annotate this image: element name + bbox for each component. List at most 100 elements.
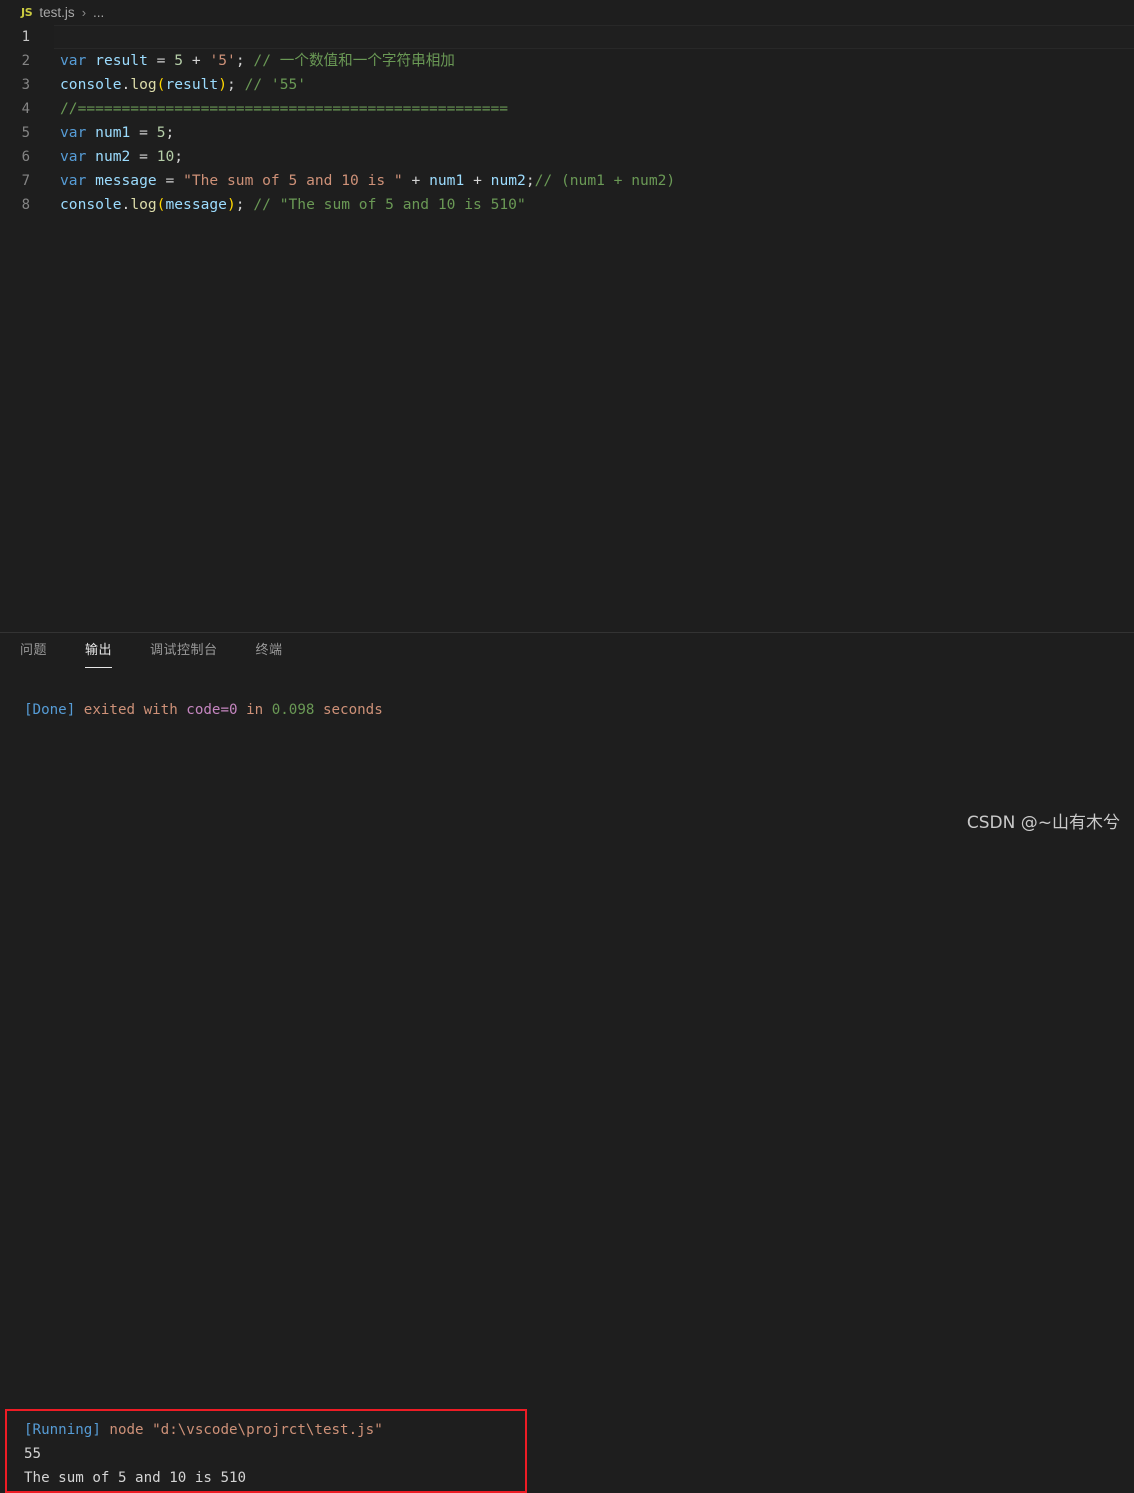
line-number: 2 (21, 53, 30, 69)
js-file-icon: JS (21, 6, 33, 19)
code-token: // '55' (244, 76, 307, 93)
panel-tab-bar: 问题 输出 调试控制台 终端 (0, 633, 1134, 668)
panel-tab[interactable]: 终端 (256, 633, 283, 668)
code-token: result (165, 76, 219, 93)
code-token: ) (218, 76, 227, 93)
line-number: 8 (21, 197, 30, 213)
code-line-content: var result = 5 + '5'; // 一个数值和一个字符串相加 (54, 49, 1134, 73)
panel-tab[interactable]: 问题 (20, 633, 47, 668)
code-token: ; (525, 172, 535, 189)
output-segment: in (237, 702, 272, 718)
code-line[interactable]: 1 (0, 25, 1134, 49)
code-line[interactable]: 3 console.log(result); // '55' (0, 73, 1134, 97)
chevron-right-icon: › (81, 5, 87, 20)
line-number: 1 (21, 29, 30, 45)
output-segment: The sum of 5 and 10 is 510 (24, 1470, 247, 1486)
code-line[interactable]: 6 var num2 = 10; (0, 145, 1134, 169)
code-token: "The sum of 5 and 10 is " (183, 172, 403, 189)
panel-tab[interactable]: 调试控制台 (150, 633, 218, 668)
code-token: //======================================… (60, 100, 509, 117)
output-line: [Done] exited with code=0 in 0.098 secon… (0, 698, 1134, 722)
code-line-content: console.log(message); // "The sum of 5 a… (54, 193, 1134, 217)
code-token: '5' (209, 52, 236, 69)
output-segment: [Running] (24, 1422, 101, 1438)
code-token: = (165, 172, 175, 189)
output-lines-before-box: [Done] exited with code=0 in 0.098 secon… (0, 698, 1134, 722)
code-line-content: var num1 = 5; (54, 121, 1134, 145)
code-token: // "The sum of 5 and 10 is 510" (253, 196, 526, 213)
output-segment: exited with (75, 702, 187, 718)
code-token: num1 (429, 172, 465, 189)
code-token: var (60, 148, 87, 165)
code-token: 5 (156, 124, 166, 141)
code-token: num2 (95, 148, 131, 165)
code-token: result (95, 52, 148, 69)
code-token: = (139, 124, 148, 141)
breadcrumb-ellipsis[interactable]: ... (93, 5, 104, 20)
code-line[interactable]: 7 var message = "The sum of 5 and 10 is "… (0, 169, 1134, 193)
output-line: The sum of 5 and 10 is 510 (0, 1466, 527, 1490)
output-line: 55 (0, 1442, 527, 1466)
code-line-content: console.log(result); // '55' (54, 73, 1134, 97)
code-token: log (130, 196, 157, 213)
breadcrumb-file-name[interactable]: test.js (39, 5, 74, 20)
bottom-panel: 问题 输出 调试控制台 终端 [Done] exited with code=0 in… (0, 632, 1134, 1493)
code-token: num1 (95, 124, 131, 141)
line-number: 4 (21, 101, 30, 117)
code-token: ) (226, 196, 236, 213)
code-token: var (60, 124, 87, 141)
code-token: num2 (490, 172, 526, 189)
code-token: = (139, 148, 148, 165)
code-token: // 一个数值和一个字符串相加 (253, 52, 455, 69)
code-token: console (60, 196, 122, 213)
code-lines-container: 1 2 var result = 5 + '5'; // 一个数值和一个字符串相加 3… (0, 25, 1134, 217)
code-token: ; (174, 148, 184, 165)
output-segment: [Done] (24, 702, 76, 718)
line-number: 3 (21, 77, 30, 93)
code-token: var (60, 52, 87, 69)
code-line[interactable]: 5 var num1 = 5; (0, 121, 1134, 145)
code-line[interactable]: 4 //=====================================… (0, 97, 1134, 121)
code-line-content: var message = "The sum of 5 and 10 is " … (54, 169, 1134, 193)
output-line: [Running] node "d:\vscode\projrct\test.j… (0, 1418, 527, 1442)
code-line-content: var num2 = 10; (54, 145, 1134, 169)
code-token: + (473, 172, 482, 189)
output-segment: code=0 (186, 702, 238, 718)
output-lines-highlighted: [Running] node "d:\vscode\projrct\test.j… (0, 1418, 527, 1490)
code-token: ; (226, 76, 236, 93)
code-line-content (54, 25, 1134, 49)
code-token: message (165, 196, 227, 213)
panel-tab[interactable]: 输出 (85, 633, 113, 668)
code-token: + (191, 52, 201, 69)
code-token: 5 (174, 52, 184, 69)
output-segment: seconds (314, 702, 383, 718)
code-line[interactable]: 2 var result = 5 + '5'; // 一个数值和一个字符串相加 (0, 49, 1134, 73)
code-token: ; (235, 196, 245, 213)
line-number: 7 (21, 173, 30, 189)
watermark-text: CSDN @~山有木兮 (966, 813, 1120, 833)
code-line-content: //======================================… (54, 97, 1134, 121)
code-editor[interactable]: 1 2 var result = 5 + '5'; // 一个数值和一个字符串相加 3… (0, 25, 1134, 632)
code-line[interactable]: 8 console.log(message); // "The sum of 5 … (0, 193, 1134, 217)
code-token: . (121, 76, 131, 93)
code-token: // (num1 + num2) (534, 172, 676, 189)
output-segment: 0.098 (271, 702, 315, 718)
code-token: console (60, 76, 122, 93)
output-segment: 55 (24, 1446, 42, 1462)
output-panel-body[interactable]: [Done] exited with code=0 in 0.098 secon… (0, 668, 1134, 1493)
